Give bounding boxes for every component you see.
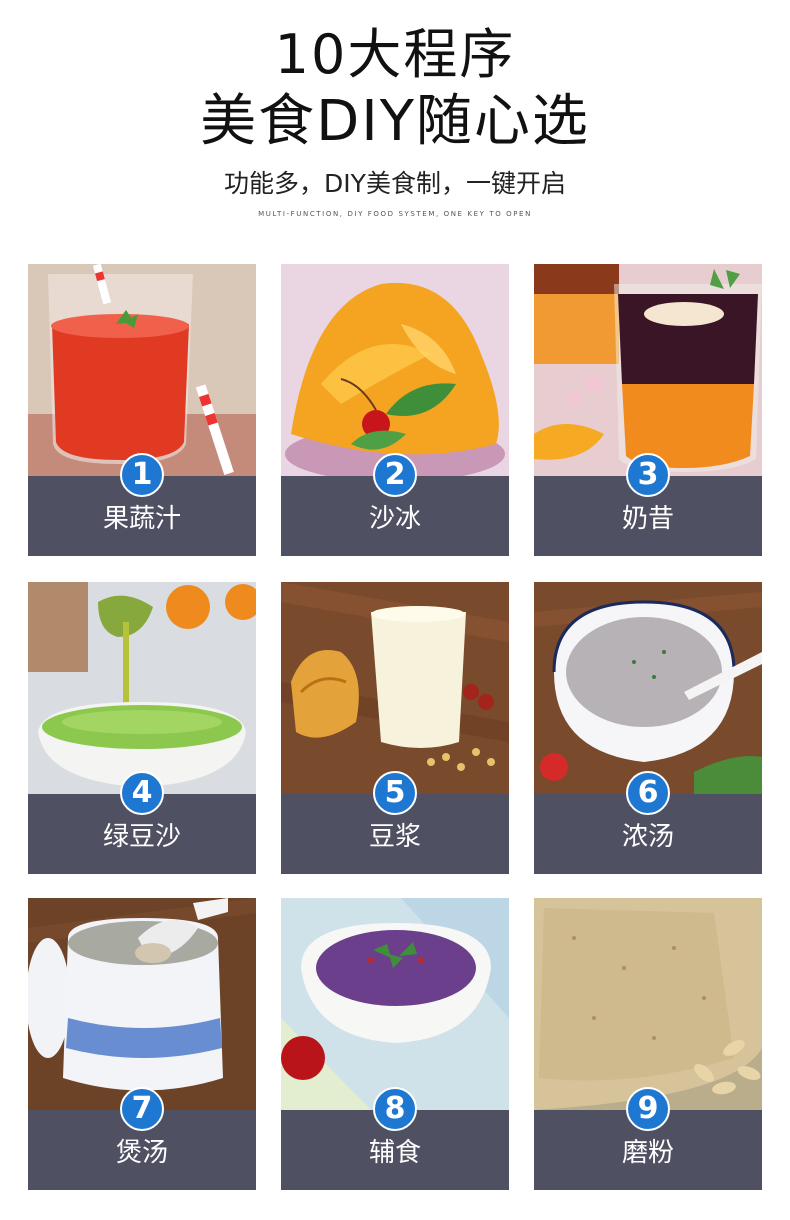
program-card-stewed-soup: 煲汤 7 — [28, 898, 256, 1190]
program-card-milkshake: 奶昔 3 — [534, 264, 762, 556]
program-label: 煲汤 — [115, 1138, 168, 1168]
program-label: 豆浆 — [368, 822, 421, 852]
program-card-grinding: 磨粉 9 — [534, 898, 762, 1190]
number-badge: 5 — [373, 771, 417, 815]
program-card-juice: 果蔬汁 1 — [28, 264, 256, 556]
baby-food-photo — [281, 898, 509, 1110]
smoothie-photo — [281, 264, 509, 476]
program-card-smoothie: 沙冰 2 — [281, 264, 509, 556]
juice-photo — [28, 264, 256, 476]
grinding-photo — [534, 898, 762, 1110]
program-label: 沙冰 — [368, 504, 421, 534]
number-badge: 7 — [120, 1087, 164, 1131]
number-badge: 4 — [120, 771, 164, 815]
program-card-baby-food: 辅食 8 — [281, 898, 509, 1190]
program-card-thick-soup: 浓汤 6 — [534, 582, 762, 874]
number-badge: 3 — [626, 453, 670, 497]
page-subtitle-english: MULTI-FUNCTION, DIY FOOD SYSTEM, ONE KEY… — [258, 210, 532, 218]
mung-bean-photo — [28, 582, 256, 794]
program-card-mung-bean: 绿豆沙 4 — [28, 582, 256, 874]
soy-milk-photo — [281, 582, 509, 794]
program-card-soy-milk: 豆浆 5 — [281, 582, 509, 874]
page-subtitle: 功能多，DIY美食制，一键开启 — [224, 169, 566, 198]
program-label: 绿豆沙 — [102, 822, 181, 852]
stewed-soup-photo — [28, 898, 256, 1110]
page-title-line2: 美食DIY随心选 — [200, 89, 590, 154]
program-label: 辅食 — [368, 1138, 421, 1168]
milkshake-photo — [534, 264, 762, 476]
thick-soup-photo — [534, 582, 762, 794]
number-badge: 8 — [373, 1087, 417, 1131]
program-label: 浓汤 — [621, 822, 674, 852]
page-title-line1: 10大程序 — [274, 23, 516, 86]
header: 10大程序 美食DIY随心选 功能多，DIY美食制，一键开启 MULTI-FUN… — [0, 0, 790, 240]
program-label: 磨粉 — [621, 1138, 674, 1168]
program-label: 果蔬汁 — [102, 504, 181, 534]
number-badge: 6 — [626, 771, 670, 815]
number-badge: 9 — [626, 1087, 670, 1131]
number-badge: 2 — [373, 453, 417, 497]
number-badge: 1 — [120, 453, 164, 497]
program-label: 奶昔 — [621, 504, 674, 534]
